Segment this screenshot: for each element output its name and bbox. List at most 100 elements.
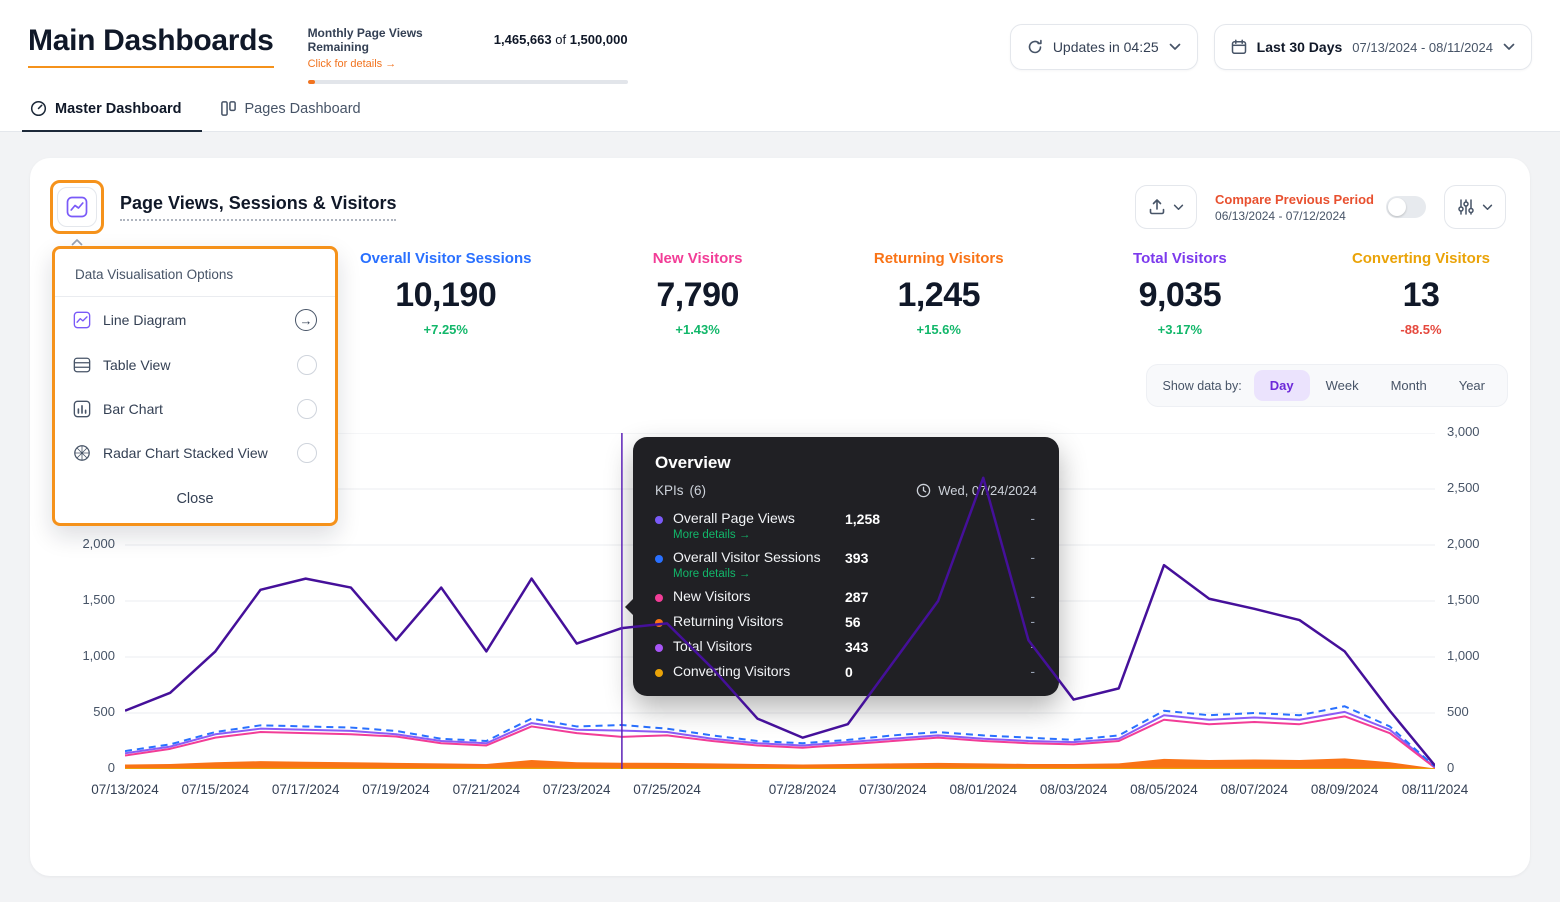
quota-total: 1,500,000 bbox=[570, 32, 628, 47]
chart-settings-button[interactable] bbox=[1444, 185, 1506, 229]
visualization-options-button[interactable] bbox=[57, 187, 97, 227]
show-data-option-year[interactable]: Year bbox=[1443, 370, 1501, 401]
x-axis-label: 07/17/2024 bbox=[256, 782, 356, 797]
kpi-delta: -88.5% bbox=[1346, 322, 1496, 337]
series-bullet bbox=[655, 619, 663, 627]
quota-widget: Monthly Page Views Remaining Click for d… bbox=[308, 24, 628, 84]
tooltip-row-compare: - bbox=[1030, 613, 1037, 629]
kpi-converting-visitors: Converting Visitors 13 -88.5% bbox=[1346, 250, 1496, 337]
show-data-by: Show data by: DayWeekMonthYear bbox=[1146, 364, 1509, 407]
tooltip-row-compare: - bbox=[1030, 638, 1037, 654]
y-axis-label: 0 bbox=[1447, 760, 1495, 775]
tooltip-rows: Overall Page Views More details → 1,258 … bbox=[655, 506, 1037, 684]
y-axis-label: 500 bbox=[65, 704, 115, 719]
tooltip-row-value: 343 bbox=[845, 638, 965, 655]
y-axis-label: 1,500 bbox=[1447, 592, 1495, 607]
date-range-label: Last 30 Days bbox=[1257, 39, 1343, 55]
radio-circle[interactable] bbox=[297, 355, 317, 375]
viz-close-button[interactable]: Close bbox=[55, 475, 335, 523]
kpi-label: New Visitors bbox=[623, 250, 773, 267]
y-axis-label: 1,000 bbox=[1447, 648, 1495, 663]
tooltip-row-label: Returning Visitors bbox=[673, 613, 845, 629]
export-button[interactable] bbox=[1135, 185, 1197, 229]
x-axis-label: 07/25/2024 bbox=[617, 782, 717, 797]
viz-option-label: Line Diagram bbox=[103, 312, 283, 328]
calendar-icon bbox=[1231, 39, 1247, 55]
tooltip-row-label: Total Visitors bbox=[673, 638, 845, 654]
tooltip-kpis-count: (6) bbox=[690, 483, 707, 498]
viz-option-label: Bar Chart bbox=[103, 401, 285, 417]
table-icon bbox=[73, 356, 91, 374]
show-data-option-week[interactable]: Week bbox=[1310, 370, 1375, 401]
arrow-circle-icon[interactable]: → bbox=[295, 309, 317, 331]
app-header: Main Dashboards Monthly Page Views Remai… bbox=[0, 0, 1560, 132]
series-overall-visitor-sessions bbox=[125, 706, 1435, 766]
date-range-button[interactable]: Last 30 Days 07/13/2024 - 08/11/2024 bbox=[1214, 24, 1532, 70]
columns-icon bbox=[220, 100, 237, 117]
x-axis-label: 08/07/2024 bbox=[1204, 782, 1304, 797]
tooltip-row-label: New Visitors bbox=[673, 588, 845, 604]
tooltip-date: Wed, 07/24/2024 bbox=[916, 483, 1037, 498]
compare-previous-period: Compare Previous Period 06/13/2024 - 07/… bbox=[1211, 192, 1430, 223]
tooltip-row-value: 393 bbox=[845, 549, 965, 566]
x-axis-label: 07/15/2024 bbox=[165, 782, 265, 797]
radio-circle[interactable] bbox=[297, 443, 317, 463]
tab-label: Master Dashboard bbox=[55, 101, 182, 117]
kpi-label: Overall Visitor Sessions bbox=[360, 250, 531, 267]
updates-label: Updates in 04:25 bbox=[1053, 39, 1159, 55]
y-axis-label: 1,500 bbox=[65, 592, 115, 607]
tab-pages-dashboard[interactable]: Pages Dashboard bbox=[218, 90, 363, 131]
clock-icon bbox=[916, 483, 931, 498]
radar-icon bbox=[73, 444, 91, 462]
compare-toggle[interactable] bbox=[1386, 196, 1426, 218]
x-axis-label: 07/23/2024 bbox=[527, 782, 627, 797]
kpi-returning-visitors: Returning Visitors 1,245 +15.6% bbox=[864, 250, 1014, 337]
kpi-value: 10,190 bbox=[360, 276, 531, 315]
viz-option-bar-chart[interactable]: Bar Chart bbox=[55, 387, 335, 431]
y-axis-label: 3,000 bbox=[1447, 424, 1495, 439]
updates-button[interactable]: Updates in 04:25 bbox=[1010, 24, 1198, 70]
viz-option-line-diagram[interactable]: Line Diagram → bbox=[55, 297, 335, 343]
more-details-link[interactable]: More details → bbox=[673, 529, 845, 541]
upload-icon bbox=[1148, 198, 1166, 216]
y-axis-label: 0 bbox=[65, 760, 115, 775]
refresh-icon bbox=[1027, 39, 1043, 55]
kpi-delta: +7.25% bbox=[360, 322, 531, 337]
viz-option-table-view[interactable]: Table View bbox=[55, 343, 335, 387]
series-bullet bbox=[655, 594, 663, 602]
kpi-row: Overall Visitor Sessions 10,190 +7.25% N… bbox=[360, 250, 1496, 337]
chevron-down-icon bbox=[1503, 43, 1515, 51]
tooltip-date-text: Wed, 07/24/2024 bbox=[938, 483, 1037, 498]
quota-usage: 1,465,663 of 1,500,000 bbox=[494, 26, 628, 47]
series-total-visitors bbox=[125, 712, 1435, 767]
tooltip-row-compare: - bbox=[1030, 588, 1037, 604]
viz-option-radar-chart-stacked-view[interactable]: Radar Chart Stacked View bbox=[55, 431, 335, 475]
radio-circle[interactable] bbox=[297, 399, 317, 419]
tooltip-row-compare: - bbox=[1030, 549, 1037, 565]
date-range-value: 07/13/2024 - 08/11/2024 bbox=[1352, 40, 1493, 55]
kpi-value: 9,035 bbox=[1105, 276, 1255, 315]
viz-option-label: Radar Chart Stacked View bbox=[103, 445, 285, 461]
tab-master-dashboard[interactable]: Master Dashboard bbox=[28, 90, 184, 131]
sliders-icon bbox=[1457, 198, 1475, 216]
x-axis-label: 07/28/2024 bbox=[753, 782, 853, 797]
y-axis-label: 500 bbox=[1447, 704, 1495, 719]
show-data-option-month[interactable]: Month bbox=[1375, 370, 1443, 401]
more-details-link[interactable]: More details → bbox=[673, 568, 845, 580]
quota-details-link[interactable]: Click for details → bbox=[308, 58, 397, 70]
tab-label: Pages Dashboard bbox=[245, 101, 361, 117]
viz-panel-title: Data Visualisation Options bbox=[55, 249, 335, 297]
show-data-option-day[interactable]: Day bbox=[1254, 370, 1310, 401]
y-axis-label: 1,000 bbox=[65, 648, 115, 663]
compare-label: Compare Previous Period bbox=[1215, 192, 1374, 207]
x-axis-label: 08/11/2024 bbox=[1385, 782, 1485, 797]
x-axis-label: 08/09/2024 bbox=[1295, 782, 1395, 797]
quota-of: of bbox=[555, 32, 566, 47]
chart-tooltip: Overview KPIs (6) Wed, 07/24/2024 Overal… bbox=[633, 437, 1059, 696]
tooltip-row-value: 0 bbox=[845, 663, 965, 680]
series-returning-visitors bbox=[125, 758, 1435, 769]
y-axis-label: 2,000 bbox=[65, 536, 115, 551]
y-axis-label: 2,500 bbox=[1447, 480, 1495, 495]
tooltip-row-compare: - bbox=[1030, 510, 1037, 526]
viz-items: Line Diagram → Table View Bar Chart Rada… bbox=[55, 297, 335, 475]
